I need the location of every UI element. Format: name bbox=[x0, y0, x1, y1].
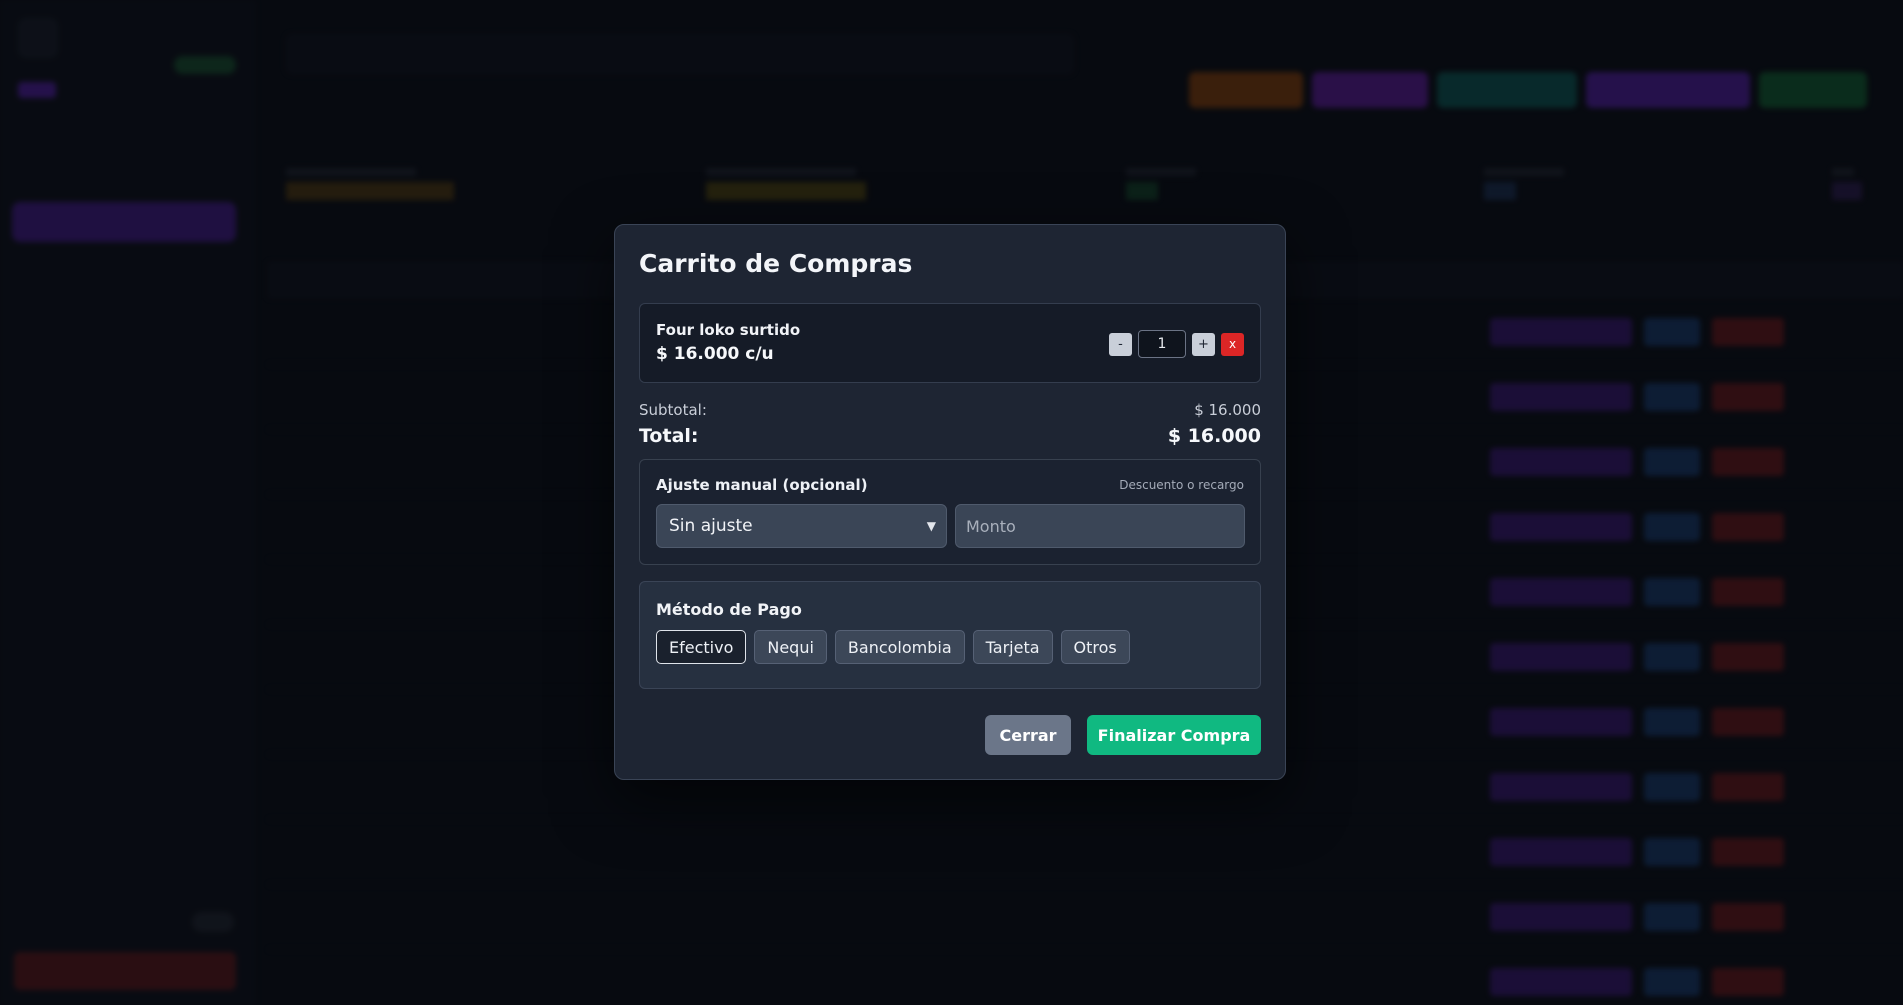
close-button[interactable]: Cerrar bbox=[985, 715, 1071, 755]
adjustment-type-select[interactable]: Sin ajuste ▼ bbox=[656, 504, 947, 548]
adjustment-select-value: Sin ajuste bbox=[669, 516, 753, 536]
increment-button[interactable]: + bbox=[1192, 332, 1215, 356]
adjustment-hint: Descuento o recargo bbox=[1119, 478, 1244, 492]
total-row: Total: $ 16.000 bbox=[639, 425, 1261, 447]
chevron-down-icon: ▼ bbox=[926, 519, 936, 533]
cart-item: Four loko surtido $ 16.000 c/u - + x bbox=[639, 303, 1261, 383]
payment-method-section: Método de Pago Efectivo Nequi Bancolombi… bbox=[639, 581, 1261, 689]
quantity-controls: - + x bbox=[1109, 330, 1244, 358]
total-value: $ 16.000 bbox=[1167, 425, 1261, 447]
decrement-button[interactable]: - bbox=[1109, 332, 1132, 356]
payment-option-otros[interactable]: Otros bbox=[1060, 630, 1130, 664]
payment-title: Método de Pago bbox=[656, 600, 802, 619]
payment-options: Efectivo Nequi Bancolombia Tarjeta Otros bbox=[656, 630, 1130, 664]
payment-option-nequi[interactable]: Nequi bbox=[754, 630, 827, 664]
manual-adjustment-section: Ajuste manual (opcional) Descuento o rec… bbox=[639, 459, 1261, 565]
subtotal-label: Subtotal: bbox=[639, 401, 707, 419]
cart-item-name: Four loko surtido bbox=[656, 321, 801, 339]
payment-option-bancolombia[interactable]: Bancolombia bbox=[834, 630, 965, 664]
payment-option-tarjeta[interactable]: Tarjeta bbox=[972, 630, 1053, 664]
subtotal-value: $ 16.000 bbox=[1194, 401, 1261, 419]
modal-footer: Cerrar Finalizar Compra bbox=[985, 715, 1261, 755]
total-label: Total: bbox=[639, 425, 699, 447]
payment-option-efectivo[interactable]: Efectivo bbox=[656, 630, 747, 664]
quantity-input[interactable] bbox=[1138, 330, 1186, 358]
cart-modal: Carrito de Compras Four loko surtido $ 1… bbox=[614, 224, 1286, 780]
adjustment-amount-input[interactable] bbox=[955, 504, 1245, 548]
finish-purchase-button[interactable]: Finalizar Compra bbox=[1087, 715, 1261, 755]
adjustment-title: Ajuste manual (opcional) bbox=[656, 476, 868, 494]
modal-title: Carrito de Compras bbox=[639, 249, 913, 278]
cart-item-price: $ 16.000 c/u bbox=[656, 344, 774, 364]
subtotal-row: Subtotal: $ 16.000 bbox=[639, 401, 1261, 419]
remove-item-button[interactable]: x bbox=[1221, 332, 1244, 356]
